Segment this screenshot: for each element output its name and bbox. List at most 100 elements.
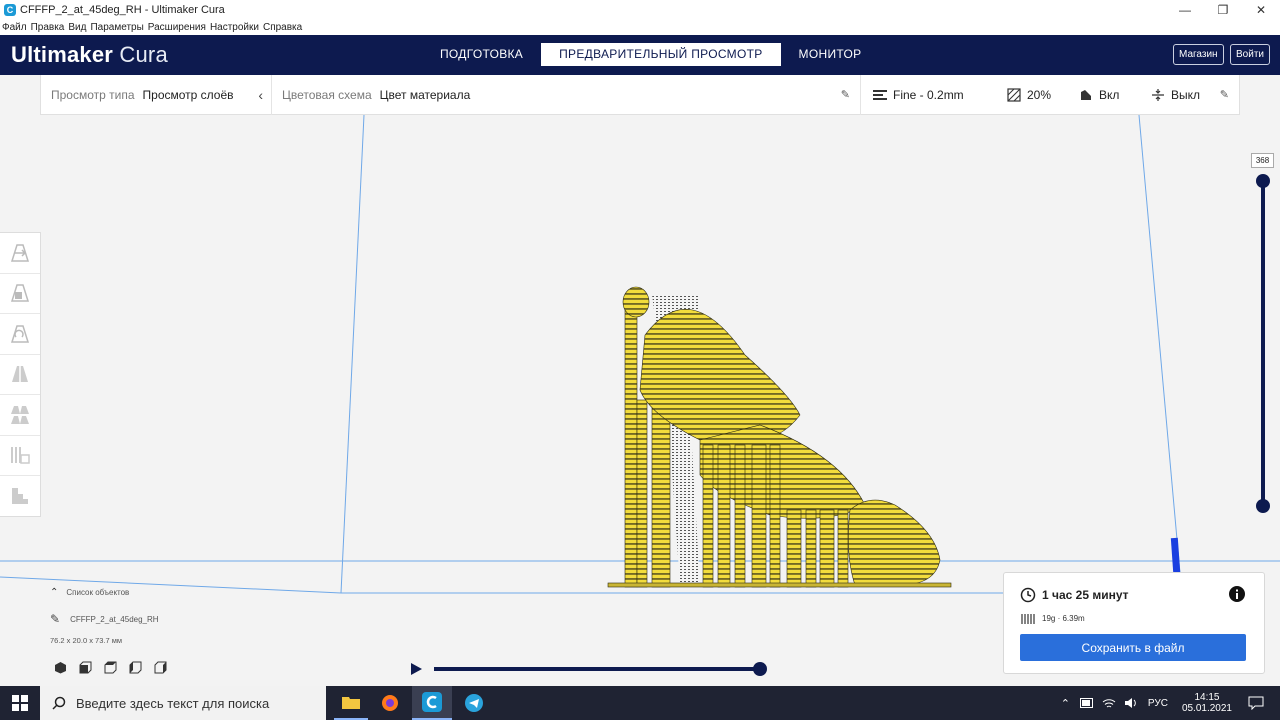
menu-help[interactable]: Справка <box>263 22 302 33</box>
battery-icon[interactable] <box>1079 698 1094 708</box>
support-value: Вкл <box>1099 87 1120 102</box>
3d-view-icon[interactable] <box>54 661 67 674</box>
stage-tabs: ПОДГОТОВКА ПРЕДВАРИТЕЛЬНЫЙ ПРОСМОТР МОНИ… <box>422 43 879 66</box>
filament-icon <box>1021 614 1035 624</box>
color-scheme-selector[interactable]: Цветовая схема Цвет материала ✎ <box>272 75 860 115</box>
menu-preferences[interactable]: Настройки <box>210 22 259 33</box>
cura-taskbar-icon[interactable] <box>412 686 452 720</box>
windows-start-icon[interactable] <box>12 695 28 711</box>
simulation-handle[interactable] <box>753 662 767 676</box>
firefox-taskbar-icon[interactable] <box>373 686 407 720</box>
layer-slider[interactable] <box>1253 172 1273 522</box>
layer-slider-top-handle[interactable] <box>1256 174 1270 188</box>
top-view-icon[interactable] <box>104 661 117 674</box>
infill-value: 20% <box>1027 87 1052 102</box>
per-model-settings-button[interactable] <box>0 395 40 436</box>
menu-bar: Файл Правка Вид Параметры Расширения Нас… <box>0 20 1280 35</box>
tab-preview[interactable]: ПРЕДВАРИТЕЛЬНЫЙ ПРОСМОТР <box>541 43 781 66</box>
object-dimensions: 76.2 x 20.0 x 73.7 мм <box>50 636 123 645</box>
camera-view-buttons <box>54 661 167 674</box>
marketplace-button[interactable]: Магазин <box>1173 44 1224 65</box>
taskbar-search-box[interactable]: Введите здесь текст для поиска <box>40 686 326 720</box>
window-title: CFFFP_2_at_45deg_RH - Ultimaker Cura <box>20 4 225 16</box>
left-view-icon[interactable] <box>129 661 142 674</box>
menu-extensions[interactable]: Расширения <box>148 22 206 33</box>
simulation-slider[interactable] <box>408 659 768 679</box>
scale-tool-button[interactable] <box>0 274 40 314</box>
profile-value: Fine - 0.2mm <box>893 87 964 102</box>
ultimaker-cura-logo: Ultimaker Cura <box>11 42 168 68</box>
move-tool-button[interactable] <box>0 233 40 274</box>
object-list-header[interactable]: ⌃ Список объектов <box>50 587 167 598</box>
search-icon <box>52 696 66 710</box>
play-icon[interactable] <box>411 663 422 675</box>
logo-light: Cura <box>119 42 168 67</box>
view-type-value: Просмотр слоёв <box>142 87 234 102</box>
print-settings-selector[interactable]: Fine - 0.2mm 20% Вкл Выкл ✎ <box>861 75 1239 115</box>
taskbar-search-placeholder: Введите здесь текст для поиска <box>76 695 270 711</box>
cura-app-icon: C <box>4 4 16 16</box>
window-titlebar: C CFFFP_2_at_45deg_RH - Ultimaker Cura —… <box>0 0 1280 20</box>
windows-taskbar: Введите здесь текст для поиска ⌃ РУС 14:… <box>0 686 1280 720</box>
tab-monitor[interactable]: МОНИТОР <box>781 43 880 66</box>
pencil-icon[interactable]: ✎ <box>841 88 850 101</box>
input-language[interactable]: РУС <box>1148 698 1168 709</box>
adhesion-value: Выкл <box>1171 87 1201 102</box>
support-blocker-icon <box>11 447 30 464</box>
simulation-track <box>434 667 760 671</box>
window-controls: — ❐ ✕ <box>1166 0 1280 20</box>
layer-number-label[interactable]: 368 <box>1251 153 1274 168</box>
minimize-button[interactable]: — <box>1166 0 1204 20</box>
print-info-panel: 1 час 25 минут 19g · 6.39m Сохранить в ф… <box>1003 572 1265 674</box>
volume-icon[interactable] <box>1124 697 1138 709</box>
save-to-file-button[interactable]: Сохранить в файл <box>1020 634 1246 661</box>
sliced-model <box>607 286 952 588</box>
right-view-icon[interactable] <box>154 661 167 674</box>
file-explorer-taskbar-icon[interactable] <box>334 686 368 720</box>
maximize-button[interactable]: ❐ <box>1204 0 1242 20</box>
menu-edit[interactable]: Правка <box>31 22 65 33</box>
logo-bold: Ultimaker <box>11 42 114 67</box>
print-time: 1 час 25 минут <box>1042 588 1129 602</box>
telegram-icon <box>465 694 483 712</box>
layer-slider-bottom-handle[interactable] <box>1256 499 1270 513</box>
sign-in-button[interactable]: Войти <box>1230 44 1270 65</box>
profile-icon <box>873 89 887 100</box>
support-blocker-button[interactable] <box>0 436 40 476</box>
mirror-tool-button[interactable] <box>0 355 40 395</box>
clock[interactable]: 14:15 05.01.2021 <box>1182 692 1232 714</box>
color-scheme-value: Цвет материала <box>379 87 471 102</box>
clock-time: 14:15 <box>1194 692 1220 703</box>
chevron-left-icon[interactable]: ‹ <box>258 87 263 103</box>
per-model-settings-icon <box>11 405 29 424</box>
telegram-taskbar-icon[interactable] <box>456 686 492 720</box>
info-icon[interactable] <box>1229 586 1245 602</box>
object-list-panel: ⌃ Список объектов ✎ CFFFP_2_at_45deg_RH … <box>50 587 167 674</box>
rotate-tool-button[interactable] <box>0 314 40 355</box>
menu-file[interactable]: Файл <box>2 22 27 33</box>
object-list-title: Список объектов <box>66 588 130 597</box>
view-type-selector[interactable]: Просмотр типа Просмотр слоёв ‹ <box>41 75 271 115</box>
rotate-icon <box>10 325 30 343</box>
scale-icon <box>10 284 30 302</box>
tool-panel <box>0 232 41 517</box>
object-name: CFFFP_2_at_45deg_RH <box>70 614 159 624</box>
menu-settings[interactable]: Параметры <box>90 22 143 33</box>
tab-prepare[interactable]: ПОДГОТОВКА <box>422 43 541 66</box>
wifi-icon[interactable] <box>1102 697 1116 709</box>
object-name-row[interactable]: ✎ CFFFP_2_at_45deg_RH <box>50 612 167 626</box>
view-type-label: Просмотр типа <box>51 87 135 102</box>
move-icon <box>10 244 30 262</box>
build-volume-axis-marker <box>1170 537 1181 574</box>
tray-overflow-icon[interactable]: ⌃ <box>1061 697 1070 710</box>
layer-slider-track <box>1261 180 1265 506</box>
notifications-icon[interactable] <box>1248 696 1264 710</box>
layflat-icon <box>12 488 28 505</box>
color-scheme-label: Цветовая схема <box>282 87 372 102</box>
front-view-icon[interactable] <box>79 661 92 674</box>
close-button[interactable]: ✕ <box>1242 0 1280 20</box>
pencil-icon[interactable]: ✎ <box>1220 88 1229 101</box>
layflat-tool-button[interactable] <box>0 476 40 517</box>
menu-view[interactable]: Вид <box>68 22 86 33</box>
cura-icon <box>422 692 442 712</box>
